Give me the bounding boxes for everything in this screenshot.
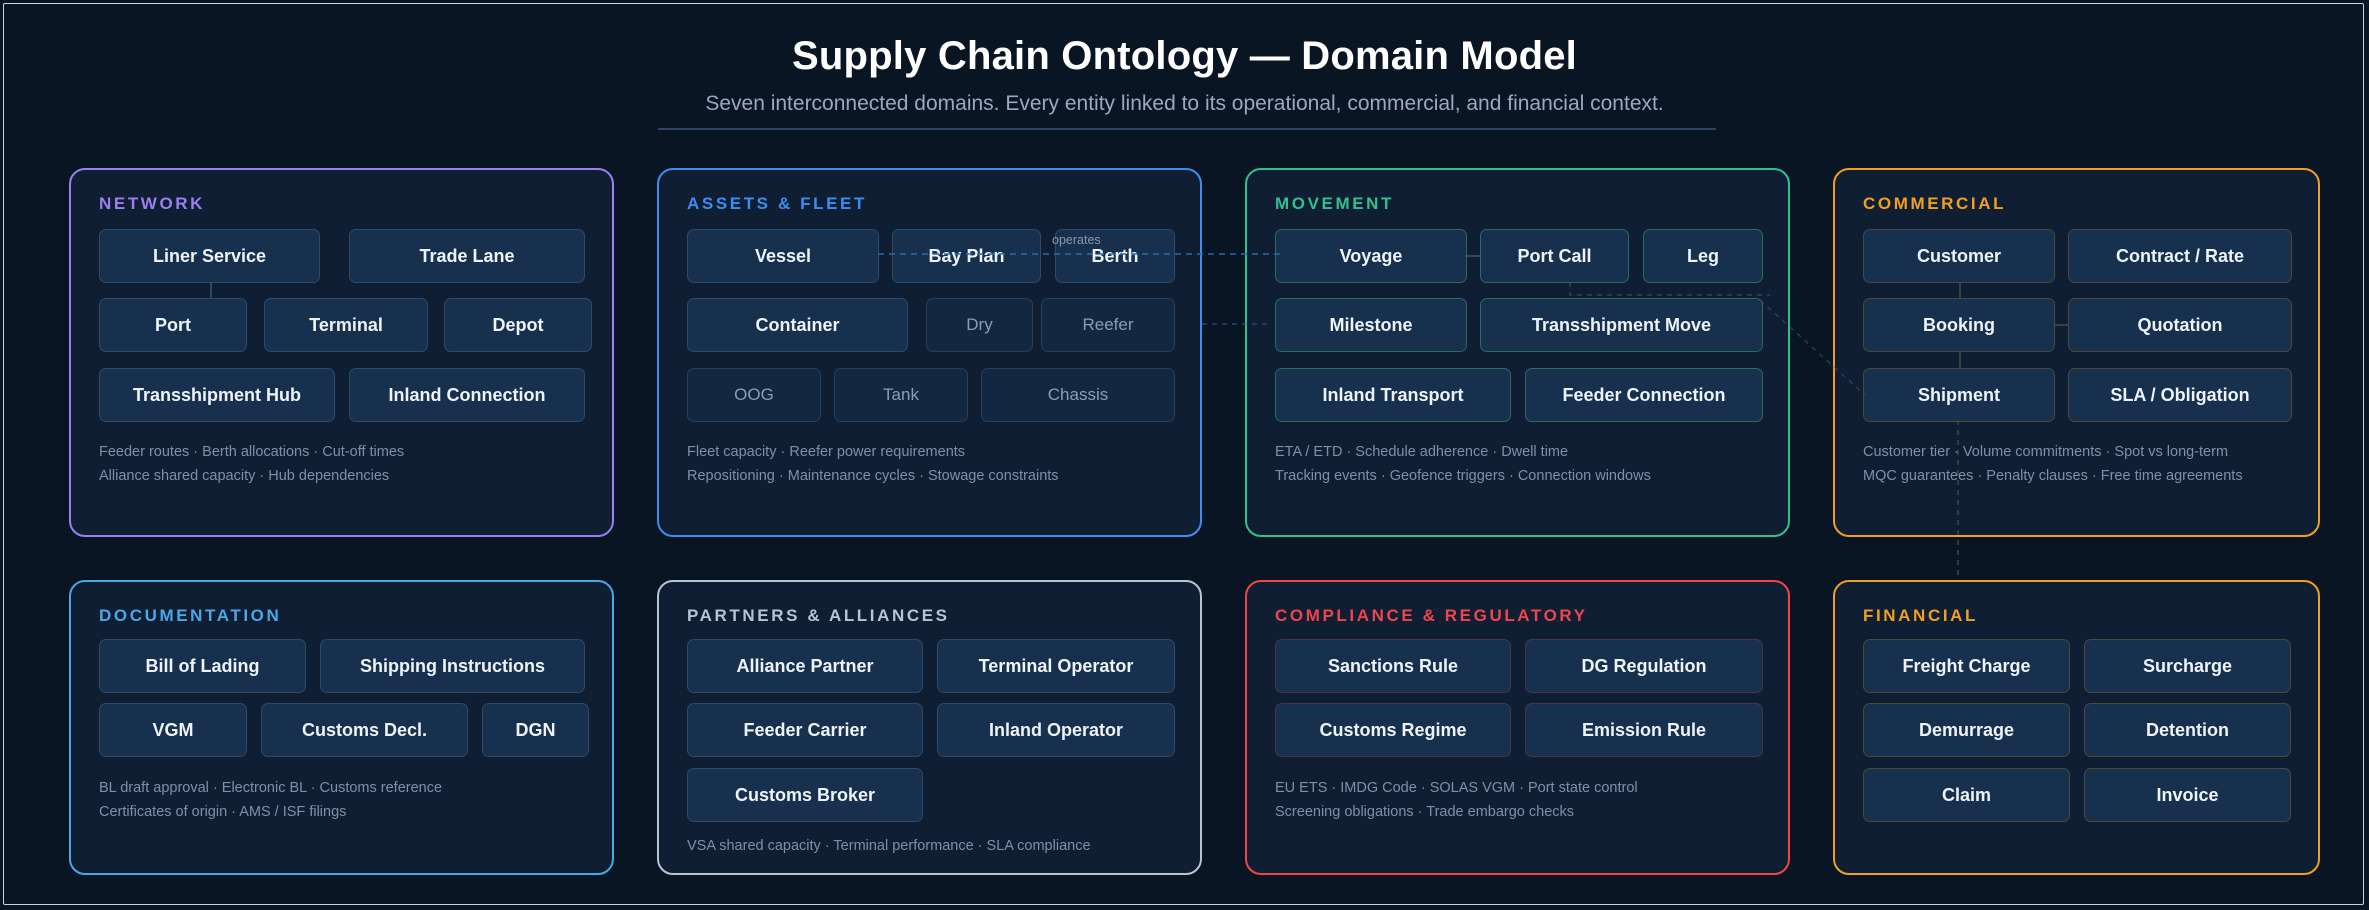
node-customs-broker[interactable]: Customs Broker: [687, 768, 923, 822]
panel-title-partners-alliances: PARTNERS & ALLIANCES: [687, 606, 950, 625]
node-feeder-carrier[interactable]: Feeder Carrier: [687, 703, 923, 757]
panel-title-movement: MOVEMENT: [1275, 194, 1395, 213]
commercial-note-1: Customer tier · Volume commitments · Spo…: [1863, 444, 2229, 460]
node-alliance-partner[interactable]: Alliance Partner: [687, 639, 923, 693]
node-liner-service[interactable]: Liner Service: [99, 229, 320, 283]
panel-title-assets-fleet: ASSETS & FLEET: [687, 194, 867, 213]
node-port-call[interactable]: Port Call: [1480, 229, 1629, 283]
node-demurrage[interactable]: Demurrage: [1863, 703, 2070, 757]
network-note-1: Feeder routes · Berth allocations · Cut-…: [99, 444, 405, 460]
node-vessel[interactable]: Vessel: [687, 229, 879, 283]
node-tank[interactable]: Tank: [834, 368, 968, 422]
node-shipping-instructions[interactable]: Shipping Instructions: [320, 639, 585, 693]
node-port[interactable]: Port: [99, 298, 247, 352]
panel-movement: MOVEMENT Voyage Port Call Leg Milestone …: [1245, 168, 1790, 537]
node-feeder-connection[interactable]: Feeder Connection: [1525, 368, 1763, 422]
node-bay-plan[interactable]: Bay Plan: [892, 229, 1041, 283]
commercial-note-2: MQC guarantees · Penalty clauses · Free …: [1863, 468, 2243, 484]
assets-note-1: Fleet capacity · Reefer power requiremen…: [687, 444, 966, 460]
node-customs-decl[interactable]: Customs Decl.: [261, 703, 468, 757]
node-chassis[interactable]: Chassis: [981, 368, 1175, 422]
node-dry[interactable]: Dry: [926, 298, 1033, 352]
panel-title-documentation: DOCUMENTATION: [99, 606, 282, 625]
node-emission-rule[interactable]: Emission Rule: [1525, 703, 1763, 757]
panel-title-financial: FINANCIAL: [1863, 606, 1978, 625]
panel-title-network: NETWORK: [99, 194, 206, 213]
node-vgm[interactable]: VGM: [99, 703, 247, 757]
page-title: Supply Chain Ontology — Domain Model: [792, 34, 1577, 78]
panel-assets-fleet: ASSETS & FLEET Vessel Bay Plan Berth Con…: [657, 168, 1202, 537]
node-sla-obligation[interactable]: SLA / Obligation: [2068, 368, 2292, 422]
node-dgn[interactable]: DGN: [482, 703, 589, 757]
node-customer[interactable]: Customer: [1863, 229, 2055, 283]
node-surcharge[interactable]: Surcharge: [2084, 639, 2291, 693]
node-dg-regulation[interactable]: DG Regulation: [1525, 639, 1763, 693]
documentation-note-1: BL draft approval · Electronic BL · Cust…: [99, 780, 443, 796]
node-detention[interactable]: Detention: [2084, 703, 2291, 757]
node-terminal[interactable]: Terminal: [264, 298, 428, 352]
panel-financial: FINANCIAL Freight Charge Surcharge Demur…: [1833, 580, 2320, 875]
relation-label-operates: operates: [1052, 233, 1101, 247]
node-claim[interactable]: Claim: [1863, 768, 2070, 822]
compliance-note-1: EU ETS · IMDG Code · SOLAS VGM · Port st…: [1275, 780, 1638, 796]
node-booking[interactable]: Booking: [1863, 298, 2055, 352]
panel-network: NETWORK Liner Service Trade Lane Port Te…: [69, 168, 614, 537]
node-bill-of-lading[interactable]: Bill of Lading: [99, 639, 306, 693]
node-container[interactable]: Container: [687, 298, 908, 352]
panel-commercial: COMMERCIAL Customer Contract / Rate Book…: [1833, 168, 2320, 537]
panel-title-compliance-regulatory: COMPLIANCE & REGULATORY: [1275, 606, 1588, 625]
network-note-2: Alliance shared capacity · Hub dependenc…: [99, 468, 390, 484]
node-transshipment-hub[interactable]: Transshipment Hub: [99, 368, 335, 422]
compliance-note-2: Screening obligations · Trade embargo ch…: [1275, 804, 1575, 820]
node-invoice[interactable]: Invoice: [2084, 768, 2291, 822]
movement-note-1: ETA / ETD · Schedule adherence · Dwell t…: [1275, 444, 1569, 460]
assets-note-2: Repositioning · Maintenance cycles · Sto…: [687, 468, 1059, 484]
panel-documentation: DOCUMENTATION Bill of Lading Shipping In…: [69, 580, 614, 875]
node-sanctions-rule[interactable]: Sanctions Rule: [1275, 639, 1511, 693]
node-milestone[interactable]: Milestone: [1275, 298, 1467, 352]
node-freight-charge[interactable]: Freight Charge: [1863, 639, 2070, 693]
node-depot[interactable]: Depot: [444, 298, 592, 352]
node-inland-connection[interactable]: Inland Connection: [349, 368, 585, 422]
panel-partners-alliances: PARTNERS & ALLIANCES Alliance Partner Te…: [657, 580, 1202, 875]
panel-title-commercial: COMMERCIAL: [1863, 194, 2007, 213]
node-voyage[interactable]: Voyage: [1275, 229, 1467, 283]
panel-compliance-regulatory: COMPLIANCE & REGULATORY Sanctions Rule D…: [1245, 580, 1790, 875]
node-shipment[interactable]: Shipment: [1863, 368, 2055, 422]
node-customs-regime[interactable]: Customs Regime: [1275, 703, 1511, 757]
node-leg[interactable]: Leg: [1643, 229, 1763, 283]
documentation-note-2: Certificates of origin · AMS / ISF filin…: [99, 804, 347, 820]
node-quotation[interactable]: Quotation: [2068, 298, 2292, 352]
node-transshipment-move[interactable]: Transshipment Move: [1480, 298, 1763, 352]
node-terminal-operator[interactable]: Terminal Operator: [937, 639, 1175, 693]
node-oog[interactable]: OOG: [687, 368, 821, 422]
movement-note-2: Tracking events · Geofence triggers · Co…: [1275, 468, 1651, 484]
page-subtitle: Seven interconnected domains. Every enti…: [705, 92, 1664, 115]
node-trade-lane[interactable]: Trade Lane: [349, 229, 585, 283]
node-inland-transport[interactable]: Inland Transport: [1275, 368, 1511, 422]
partners-note-1: VSA shared capacity · Terminal performan…: [687, 838, 1091, 854]
node-reefer[interactable]: Reefer: [1041, 298, 1175, 352]
node-contract-rate[interactable]: Contract / Rate: [2068, 229, 2292, 283]
node-inland-operator[interactable]: Inland Operator: [937, 703, 1175, 757]
title-divider: [658, 128, 1716, 130]
